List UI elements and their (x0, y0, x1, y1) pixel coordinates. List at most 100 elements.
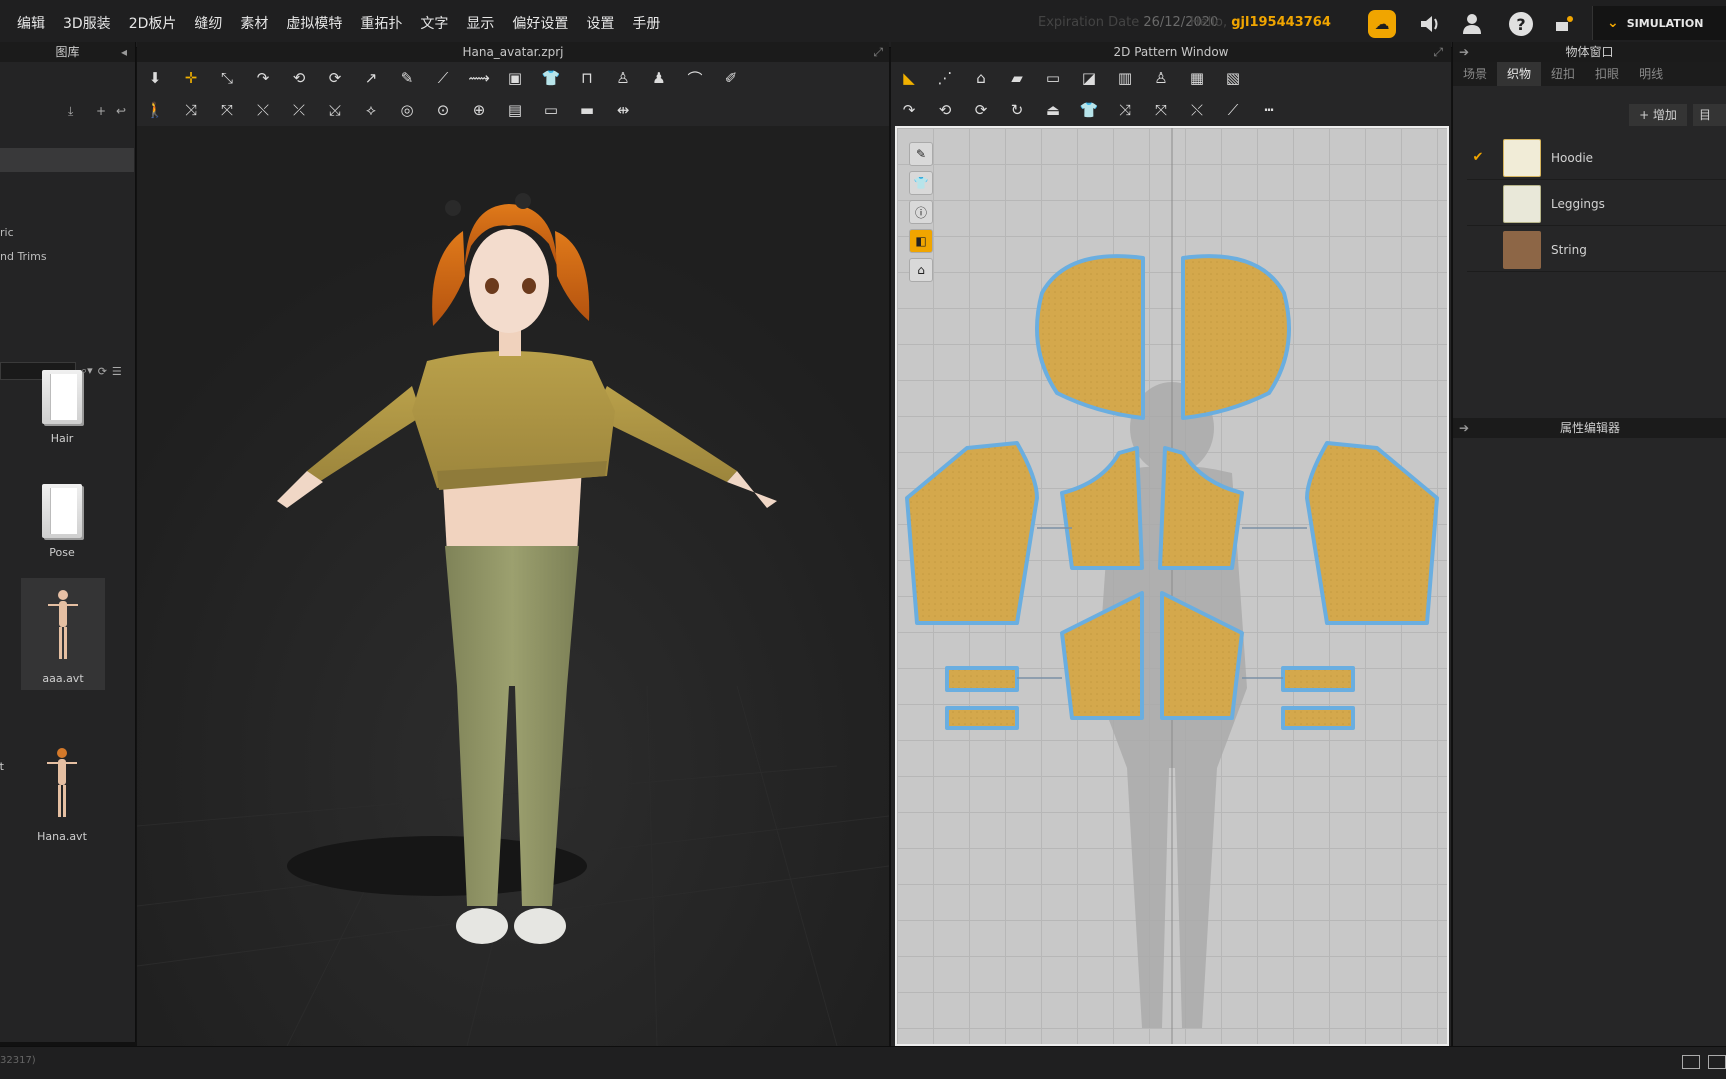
select-mesh-icon[interactable]: ⤡ (214, 65, 240, 91)
internal-shape-icon[interactable]: ◪ (1076, 65, 1102, 91)
zipper-icon[interactable]: ⊕ (466, 97, 492, 123)
grading-icon[interactable]: ▧ (1220, 65, 1246, 91)
fold-arrangement-icon[interactable]: ↷ (250, 65, 276, 91)
download-icon[interactable]: ⤓ (68, 104, 73, 119)
layout-single-icon[interactable] (1708, 1055, 1726, 1069)
tree-item-trims[interactable]: nd Trims (0, 250, 47, 263)
menu-text[interactable]: 文字 (411, 0, 457, 48)
line-icon[interactable]: ⟋ (1220, 97, 1246, 123)
tab-fabric[interactable]: 织物 (1497, 62, 1542, 86)
pattern-canvas[interactable]: ✎ 👕 ⓘ ◧ ⌂ (895, 126, 1449, 1046)
menu-sewing[interactable]: 缝纫 (185, 0, 231, 48)
polygon-icon[interactable]: ▰ (1004, 65, 1030, 91)
dock-arrow-icon[interactable]: ➔ (1459, 42, 1469, 62)
tack-icon[interactable]: ⟳ (322, 65, 348, 91)
cloud-icon[interactable]: ☁ (1368, 10, 1396, 38)
grid-icon[interactable]: ▦ (1184, 65, 1210, 91)
button-tool-icon[interactable]: ◎ (394, 97, 420, 123)
shirt-view-icon[interactable]: 👕 (909, 171, 933, 195)
brush-view-icon[interactable]: ✎ (909, 142, 933, 166)
maximize-icon[interactable]: ⤢ (873, 42, 883, 62)
select-move-icon[interactable]: ✛ (178, 65, 204, 91)
free-sew-2d-icon[interactable]: ⤧ (1148, 97, 1174, 123)
pants-icon[interactable]: ⊓ (574, 65, 600, 91)
library-item-hana-avatar[interactable]: Hana.avt (20, 748, 104, 843)
arrange-icon[interactable]: ⟳ (968, 97, 994, 123)
segment-sewing-icon[interactable]: ⤬ (250, 97, 276, 123)
fold-icon[interactable]: ⟲ (286, 65, 312, 91)
tab-topstitch[interactable]: 明线 (1629, 62, 1673, 86)
free-sewing-icon[interactable]: ⤫ (286, 97, 312, 123)
list-view-icon[interactable]: ☰ (112, 365, 122, 378)
pencil-icon[interactable]: ✐ (718, 65, 744, 91)
topstitch-icon[interactable]: ⤩ (322, 97, 348, 123)
library-item-pose[interactable]: Pose (20, 484, 104, 559)
menu-preferences[interactable]: 偏好设置 (503, 0, 577, 48)
brush-icon[interactable]: ✎ (394, 65, 420, 91)
segment-sew-2d-icon[interactable]: ⤨ (1112, 97, 1138, 123)
tab-buttonholes[interactable]: 扣眼 (1585, 62, 1629, 86)
lock-view-icon[interactable]: ⌂ (909, 258, 933, 282)
fabric-row-leggings[interactable]: Leggings (1467, 182, 1726, 226)
user-icon[interactable] (1458, 10, 1486, 38)
copy-fabric-button[interactable]: 目 (1693, 104, 1726, 126)
edit-point-icon[interactable]: ⌂ (968, 65, 994, 91)
speaker-icon[interactable] (1416, 10, 1444, 38)
seam-edit-icon[interactable]: ⤧ (214, 97, 240, 123)
menu-display[interactable]: 显示 (457, 0, 503, 48)
menu-avatar[interactable]: 虚拟模特 (277, 0, 351, 48)
texture-icon[interactable]: ▭ (538, 97, 564, 123)
split-icon[interactable]: ⇹ (610, 97, 636, 123)
help-icon[interactable]: ? (1509, 12, 1533, 36)
maximize-icon[interactable]: ⤢ (1433, 42, 1443, 62)
seam-tool-icon[interactable]: ⤨ (178, 97, 204, 123)
dart-icon[interactable]: ▥ (1112, 65, 1138, 91)
texture-2d-icon[interactable]: ◧ (909, 229, 933, 253)
tab-buttons[interactable]: 纽扣 (1541, 62, 1585, 86)
menu-manual[interactable]: 手册 (623, 0, 669, 48)
iron-icon[interactable]: ⏏ (1040, 97, 1066, 123)
extension-icon[interactable] (1550, 10, 1578, 38)
tab-scene[interactable]: 场景 (1453, 62, 1497, 86)
tape-icon[interactable]: ⌒ (682, 65, 708, 91)
add-icon[interactable]: + (96, 104, 106, 118)
shirt-icon[interactable]: 👕 (538, 65, 564, 91)
edit-pattern-icon[interactable]: ⋰ (932, 65, 958, 91)
puckering-icon[interactable]: ⟡ (358, 97, 384, 123)
add-fabric-button[interactable]: + 增加 (1629, 104, 1687, 126)
rectangle-icon[interactable]: ▭ (1040, 65, 1066, 91)
fabric-row-string[interactable]: String (1467, 228, 1726, 272)
library-item-cut-avatar[interactable]: t (0, 760, 4, 773)
menu-retopology[interactable]: 重拓扑 (351, 0, 411, 48)
fabric-row-hoodie[interactable]: ✔ Hoodie (1467, 136, 1726, 180)
fabric-icon[interactable]: ▤ (502, 97, 528, 123)
menu-materials[interactable]: 素材 (231, 0, 277, 48)
simulation-button[interactable]: ⌄ SIMULATION (1592, 6, 1726, 40)
fold-2d-icon[interactable]: ↷ (896, 97, 922, 123)
3d-scene[interactable] (137, 126, 889, 1046)
menu-3d-garment[interactable]: 3D服装 (54, 0, 120, 48)
flatten-icon[interactable]: ▬ (574, 97, 600, 123)
back-icon[interactable]: ↩ (116, 104, 126, 118)
pin-icon[interactable]: ↗ (358, 65, 384, 91)
shirt-2d-icon[interactable]: 👕 (1076, 97, 1102, 123)
buttonhole-icon[interactable]: ⊙ (430, 97, 456, 123)
simulation-drop-icon[interactable]: ⬇ (142, 65, 168, 91)
menu-settings[interactable]: 设置 (577, 0, 623, 48)
avatar-silhouette-icon[interactable]: ♙ (1148, 65, 1174, 91)
layout-split-icon[interactable] (1682, 1055, 1700, 1069)
tack-2d-icon[interactable]: ⟲ (932, 97, 958, 123)
menu-2d-pattern[interactable]: 2D板片 (120, 0, 186, 48)
avatar-measure-icon[interactable]: ♟ (646, 65, 672, 91)
collapse-icon[interactable]: ◂ (121, 42, 127, 62)
library-path-bar[interactable] (0, 148, 134, 172)
edit-sew-2d-icon[interactable]: ⤬ (1184, 97, 1210, 123)
measure-icon[interactable]: ⟿ (466, 65, 492, 91)
avatar-icon[interactable]: ♙ (610, 65, 636, 91)
3d-viewport[interactable]: Hana_avatar.zprj ⤢ ⬇ ✛ ⤡ ↷ ⟲ ⟳ ↗ ✎ ⟋ ⟿ ▣… (137, 42, 889, 1046)
ruler-icon[interactable]: ⟋ (430, 65, 456, 91)
tree-item-fabric[interactable]: ric (0, 226, 14, 239)
library-item-aaa-avatar[interactable]: aaa.avt (21, 578, 105, 690)
measure-2d-icon[interactable]: ┅ (1256, 97, 1282, 123)
menu-edit[interactable]: 编辑 (8, 0, 54, 48)
